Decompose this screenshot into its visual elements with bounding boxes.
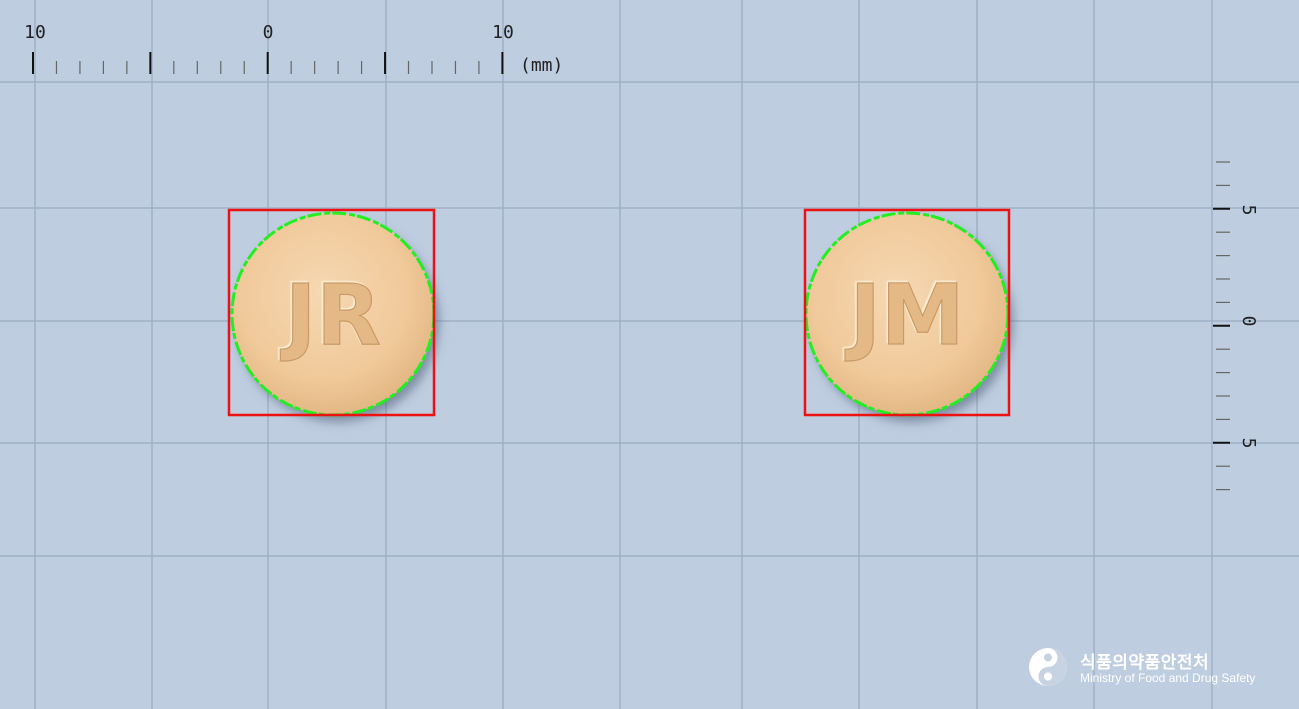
right-ruler-label-center: 0 xyxy=(1238,316,1259,327)
right-ruler: 5 0 5 xyxy=(1213,161,1259,491)
right-ruler-ticks xyxy=(1213,161,1230,491)
top-ruler-label-center: 0 xyxy=(263,22,274,43)
top-ruler-label-left: 10 xyxy=(24,22,46,43)
logo-korean-text: 식품의약품안전처 xyxy=(1080,653,1210,673)
pill-photo-canvas: 10 0 10 (mm) 5 0 5 JR JM xyxy=(0,0,1299,709)
mfds-swirl-logo-icon xyxy=(1029,648,1067,686)
pill-back: JM xyxy=(803,208,1011,417)
top-ruler-ticks xyxy=(32,52,504,74)
top-ruler: 10 0 10 (mm) xyxy=(24,22,563,76)
pill-back-imprint: JM xyxy=(845,266,965,364)
logo-english-text: Ministry of Food and Drug Safety xyxy=(1080,671,1256,685)
background-grid xyxy=(0,0,1299,709)
top-ruler-label-right: 10 xyxy=(492,22,514,43)
pill-front: JR xyxy=(227,208,436,417)
mfds-logo: 식품의약품안전처 Ministry of Food and Drug Safet… xyxy=(1028,647,1278,691)
right-ruler-label-top: 5 xyxy=(1238,205,1259,216)
pill-front-imprint: JR xyxy=(280,266,381,364)
top-ruler-unit: (mm) xyxy=(520,55,563,76)
right-ruler-label-bottom: 5 xyxy=(1238,438,1259,449)
